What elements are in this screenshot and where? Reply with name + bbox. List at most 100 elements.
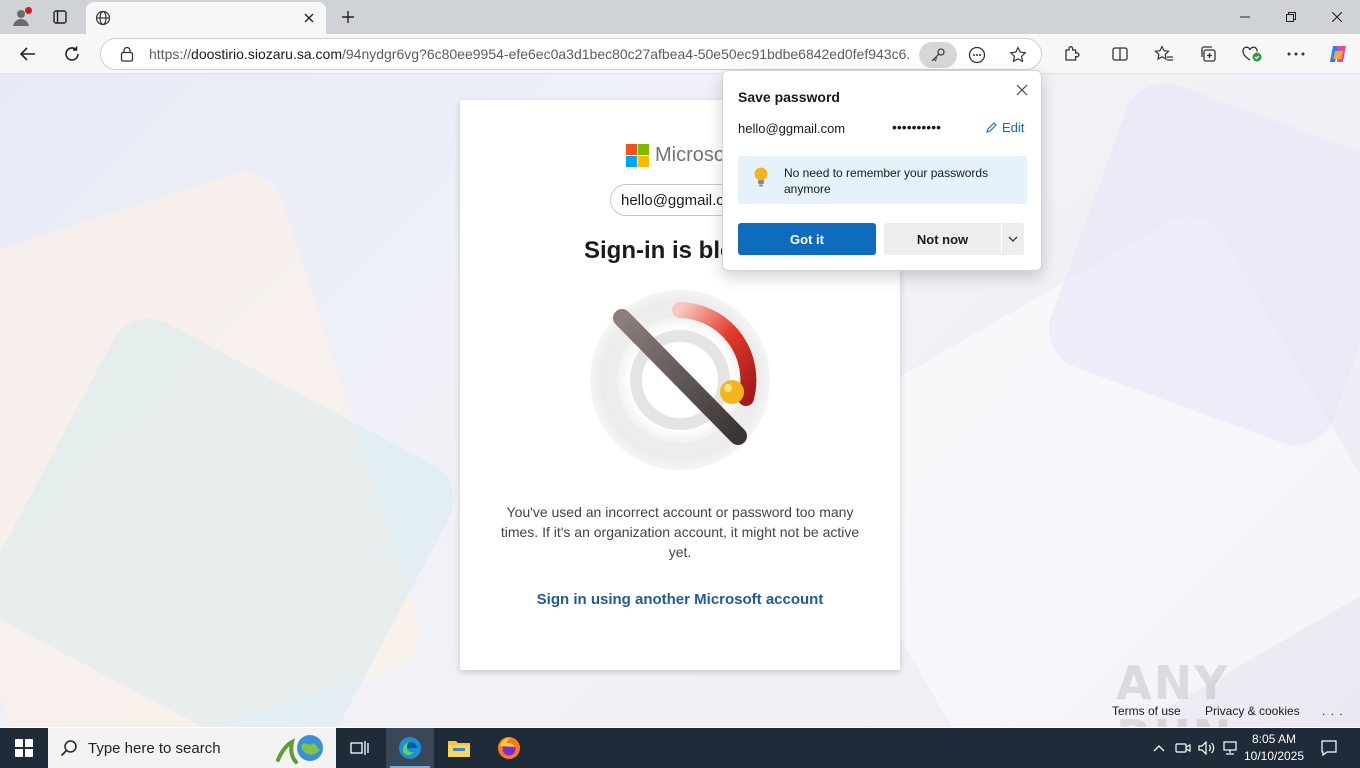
favorites-button[interactable] <box>1149 40 1179 68</box>
clock-time: 8:05 AM <box>1251 732 1297 746</box>
url-scheme: https:// <box>149 46 192 62</box>
password-key-button[interactable] <box>919 42 957 68</box>
search-placeholder: Type here to search <box>88 739 221 757</box>
not-now-options-button[interactable] <box>1002 223 1024 255</box>
close-icon <box>1016 84 1028 96</box>
dialog-title: Save password <box>738 89 840 105</box>
password-tip-banner: No need to remember your passwords anymo… <box>738 156 1027 204</box>
close-window-button[interactable] <box>1314 0 1360 34</box>
split-screen-icon <box>1112 47 1128 61</box>
saved-password-mask: •••••••••• <box>892 119 942 135</box>
tab-actions-button[interactable] <box>46 5 74 29</box>
firefox-icon <box>498 737 520 759</box>
performance-button[interactable] <box>1237 40 1267 68</box>
favorites-icon <box>1154 45 1173 61</box>
taskbar-search-box[interactable]: Type here to search <box>48 728 336 768</box>
pencil-icon <box>986 122 997 133</box>
close-icon <box>304 13 314 23</box>
emoji-icon <box>968 46 986 64</box>
window-controls <box>1222 0 1360 34</box>
privacy-cookies-link[interactable]: Privacy & cookies <box>1205 704 1300 718</box>
task-view-icon <box>350 741 369 755</box>
sign-in-another-account-link[interactable]: Sign in using another Microsoft account <box>460 591 900 608</box>
tab-active[interactable] <box>86 2 326 34</box>
new-tab-button[interactable] <box>336 5 360 29</box>
taskbar-clock[interactable]: 8:05 AM 10/10/2025 <box>1242 731 1306 765</box>
page-background: Microsoft hello@ggmail.com Sign-in is bl… <box>0 74 1360 727</box>
tab-strip <box>0 0 1360 34</box>
restore-icon <box>1286 12 1296 22</box>
blocked-illustration-icon <box>590 290 770 470</box>
collections-icon <box>1201 46 1216 62</box>
plus-icon <box>342 11 354 23</box>
tip-text: No need to remember your passwords anymo… <box>784 166 989 196</box>
favorite-star-button[interactable] <box>1004 42 1032 68</box>
emoji-button[interactable] <box>963 42 991 68</box>
minimize-button[interactable] <box>1222 0 1268 34</box>
key-icon <box>931 48 945 62</box>
taskbar-file-explorer[interactable] <box>435 728 483 768</box>
clock-date: 10/10/2025 <box>1243 749 1305 763</box>
minimize-icon <box>1240 16 1250 18</box>
tab-actions-icon <box>53 10 67 24</box>
notification-dot <box>25 7 32 14</box>
save-password-dialog: Save password hello@ggmail.com •••••••••… <box>722 70 1042 271</box>
start-button[interactable] <box>0 728 48 768</box>
tab-close-button[interactable] <box>298 7 320 29</box>
got-it-button[interactable]: Got it <box>738 223 876 255</box>
tray-network-button[interactable] <box>1221 728 1241 768</box>
settings-more-button[interactable] <box>1281 40 1311 68</box>
chevron-up-icon <box>1153 745 1165 752</box>
copilot-button[interactable] <box>1323 40 1353 68</box>
restore-button[interactable] <box>1268 0 1314 34</box>
edge-icon <box>399 737 421 759</box>
extensions-button[interactable] <box>1057 40 1087 68</box>
lock-icon[interactable] <box>117 46 137 62</box>
collections-button[interactable] <box>1193 40 1223 68</box>
split-screen-button[interactable] <box>1105 40 1135 68</box>
blocked-description: You've used an incorrect account or pass… <box>500 504 860 560</box>
microsoft-logo: Microsoft <box>626 144 736 167</box>
notifications-icon <box>1321 740 1337 757</box>
back-button[interactable] <box>13 40 43 68</box>
taskbar-edge[interactable] <box>386 728 434 768</box>
address-bar[interactable]: https://doostirio.siozaru.sa.com/94nydgr… <box>100 38 1042 70</box>
camera-icon <box>1175 743 1191 753</box>
file-explorer-icon <box>448 741 470 757</box>
chevron-down-icon <box>1008 236 1018 242</box>
copilot-icon <box>1330 46 1346 62</box>
profile-button[interactable] <box>8 5 34 29</box>
windows-taskbar: Type here to search 8:05 AM 10/10/2025 <box>0 728 1360 768</box>
tray-volume-button[interactable] <box>1197 728 1217 768</box>
tray-meet-button[interactable] <box>1174 728 1192 768</box>
url-path: /94nydgr6vg?6c80ee9954-efe6ec0a3d1bec80c… <box>341 46 909 62</box>
terms-of-use-link[interactable]: Terms of use <box>1112 704 1181 718</box>
taskbar-firefox[interactable] <box>485 728 533 768</box>
edit-label: Edit <box>1002 120 1025 135</box>
windows-icon <box>15 739 33 757</box>
more-options-link[interactable]: . . . <box>1322 704 1344 718</box>
browser-toolbar: https://doostirio.siozaru.sa.com/94nydgr… <box>0 34 1360 74</box>
search-icon <box>60 739 80 757</box>
notifications-button[interactable] <box>1316 728 1342 768</box>
task-view-button[interactable] <box>336 728 384 768</box>
tray-overflow-button[interactable] <box>1150 728 1168 768</box>
dialog-close-button[interactable] <box>1011 79 1033 101</box>
lightbulb-icon <box>754 167 768 187</box>
back-icon <box>19 47 35 61</box>
extensions-icon <box>1065 46 1080 61</box>
url-text[interactable]: https://doostirio.siozaru.sa.com/94nydgr… <box>149 46 909 62</box>
globe-icon <box>94 9 112 27</box>
refresh-button[interactable] <box>57 40 87 68</box>
close-icon <box>1332 12 1342 22</box>
network-icon <box>1223 741 1237 755</box>
more-icon <box>1287 52 1305 56</box>
star-icon <box>1009 46 1027 63</box>
microsoft-logo-icon <box>626 144 649 167</box>
url-domain: doostirio.siozaru.sa.com <box>191 46 342 62</box>
search-highlight-icon <box>276 735 323 764</box>
edit-credential-button[interactable]: Edit <box>985 120 1024 135</box>
not-now-button[interactable]: Not now <box>884 223 1001 255</box>
saved-username: hello@ggmail.com <box>738 121 846 136</box>
refresh-icon <box>65 46 79 61</box>
